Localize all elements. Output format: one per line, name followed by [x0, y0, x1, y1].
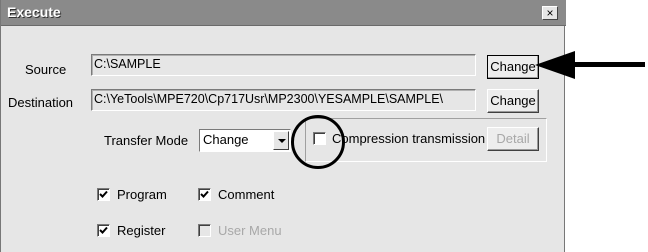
user-menu-label: User Menu: [218, 223, 282, 238]
close-button[interactable]: ×: [542, 6, 558, 20]
comment-label: Comment: [218, 187, 275, 202]
user-menu-checkbox[interactable]: [198, 224, 211, 237]
title-bar[interactable]: Execute ×: [1, 0, 566, 26]
program-checkbox[interactable]: [97, 188, 110, 201]
window-title: Execute: [7, 4, 61, 20]
transfer-mode-value: Change: [203, 132, 249, 147]
destination-label: Destination: [8, 95, 74, 110]
pointer-arrow-icon: [535, 51, 645, 79]
execute-dialog: Execute × Source C:\SAMPLE Change Destin…: [0, 0, 566, 252]
detail-button[interactable]: Detail: [487, 127, 539, 151]
compression-label: Compression transmission: [332, 131, 486, 146]
destination-path-field: C:\YeTools\MPE720\Cp717Usr\MP2300\YESAMP…: [91, 89, 476, 111]
source-path-field: C:\SAMPLE: [91, 54, 476, 76]
transfer-mode-dropdown[interactable]: Change: [199, 129, 291, 152]
transfer-mode-label: Transfer Mode: [104, 133, 189, 148]
comment-checkbox[interactable]: [198, 188, 211, 201]
highlight-circle: [291, 115, 345, 169]
register-checkbox[interactable]: [97, 224, 110, 237]
destination-change-button[interactable]: Change: [487, 89, 539, 113]
source-label: Source: [25, 62, 67, 77]
checkmark-icon: [200, 190, 209, 198]
register-label: Register: [117, 223, 166, 238]
dropdown-arrow-icon[interactable]: [273, 131, 289, 150]
checkmark-icon: [99, 190, 108, 198]
source-change-button[interactable]: Change: [487, 55, 539, 79]
checkmark-icon: [99, 226, 108, 234]
program-label: Program: [117, 187, 167, 202]
